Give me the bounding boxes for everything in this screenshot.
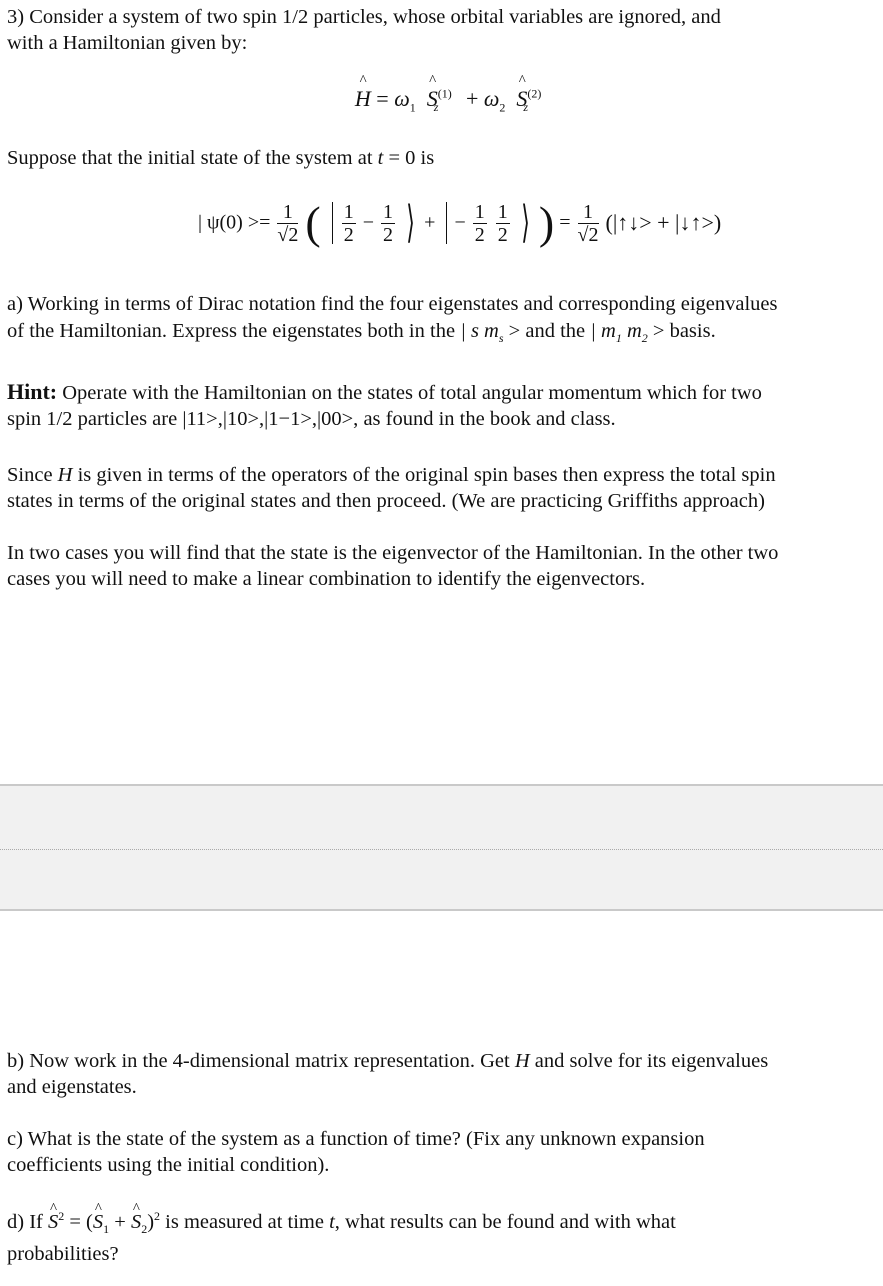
ket-plus: + xyxy=(424,211,436,234)
part-d-line1: d) If S2 = (S1 + S2)2 is measured at tim… xyxy=(7,1210,676,1235)
page-break-dotted-line xyxy=(0,849,883,850)
note1-line2: states in terms of the original states a… xyxy=(7,490,765,512)
problem-intro-line2: with a Hamiltonian given by: xyxy=(7,32,248,54)
close-paren: ) xyxy=(538,197,555,248)
basis-m1-m2: | m1 m2 xyxy=(590,320,648,346)
part-c-line1: c) What is the state of the system as a … xyxy=(7,1128,705,1150)
part-d-line2: probabilities? xyxy=(7,1243,119,1265)
spin-operator-2: S xyxy=(131,1210,141,1234)
ket1-m1: 12 xyxy=(341,200,356,246)
ket1-minus: − xyxy=(362,211,374,234)
total-spin-operator: S xyxy=(48,1210,58,1234)
initial-equals-zero: = 0 xyxy=(383,147,416,169)
hamiltonian-symbol: H xyxy=(355,86,371,112)
ket2-m2: 12 xyxy=(495,200,510,246)
spin-operator-2-superscript: (2) xyxy=(527,86,542,101)
psi0-coefficient-2: 1 √2 xyxy=(577,200,599,246)
omega-2-subscript: 2 xyxy=(499,100,506,115)
initial-state-equation: | ψ(0) >= 1 √2 ( 12 − 12 ⟩ + − 12 12 ⟩ ) … xyxy=(198,200,721,246)
part-a-line1: a) Working in terms of Dirac notation fi… xyxy=(7,293,778,315)
part-b-line1: b) Now work in the 4-dimensional matrix … xyxy=(7,1050,769,1072)
ket2-minus: − xyxy=(454,211,466,234)
omega-2: ω xyxy=(483,86,500,111)
initial-text-b: is xyxy=(415,147,435,169)
open-paren: ( xyxy=(305,197,321,248)
hamiltonian-equation: H = ω1 S(1)z + ω2 S(2)z xyxy=(0,86,883,115)
note2-line1: In two cases you will find that the stat… xyxy=(7,542,779,564)
initial-text-a: Suppose that the initial state of the sy… xyxy=(7,147,378,169)
spin-operator-1: S xyxy=(427,86,438,112)
psi0-lhs: | ψ(0) >= xyxy=(198,211,271,234)
page-break-band xyxy=(0,784,883,911)
ket2-angle: ⟩ xyxy=(521,198,530,247)
hint-line1: Hint: Operate with the Hamiltonian on th… xyxy=(7,379,762,405)
hint-line2: spin 1/2 particles are |11>,|10>,|1−1>,|… xyxy=(7,408,616,430)
spin-operator-1-superscript: (1) xyxy=(437,86,452,101)
part-a-line2: of the Hamiltonian. Express the eigensta… xyxy=(7,320,716,346)
initial-state-sentence: Suppose that the initial state of the sy… xyxy=(7,146,434,170)
psi0-equals: = xyxy=(559,211,571,234)
note1-line1: Since H is given in terms of the operato… xyxy=(7,464,776,486)
psi0-coefficient: 1 √2 xyxy=(277,200,299,246)
hamiltonian-H: H xyxy=(57,464,73,486)
ket2-m1: 12 xyxy=(472,200,487,246)
part-b-line2: and eigenstates. xyxy=(7,1076,137,1098)
hint-label: Hint: xyxy=(7,379,58,404)
problem-intro-line1: 3) Consider a system of two spin 1/2 par… xyxy=(7,6,721,28)
ket1-m2: 12 xyxy=(381,200,395,246)
spin-operator-1: S xyxy=(93,1210,103,1234)
ket1-angle: ⟩ xyxy=(406,198,415,247)
omega-1: ω xyxy=(394,86,410,111)
psi0-spin-kets: (|↑↓> + |↓↑>) xyxy=(605,210,722,235)
spin-operator-2: S xyxy=(516,86,527,112)
plus-sign: + xyxy=(465,86,479,111)
ket1-bar xyxy=(331,202,333,244)
part-c-line2: coefficients using the initial condition… xyxy=(7,1154,330,1176)
omega-1-subscript: 1 xyxy=(409,100,416,115)
basis-s-ms: | s ms xyxy=(460,320,504,346)
note2-line2: cases you will need to make a linear com… xyxy=(7,568,646,590)
total-spin-states: |11>,|10>,|1−1>,|00>, xyxy=(182,408,359,430)
hamiltonian-H: H xyxy=(514,1050,530,1072)
equals-sign: = xyxy=(376,86,389,111)
ket2-bar xyxy=(446,202,448,244)
